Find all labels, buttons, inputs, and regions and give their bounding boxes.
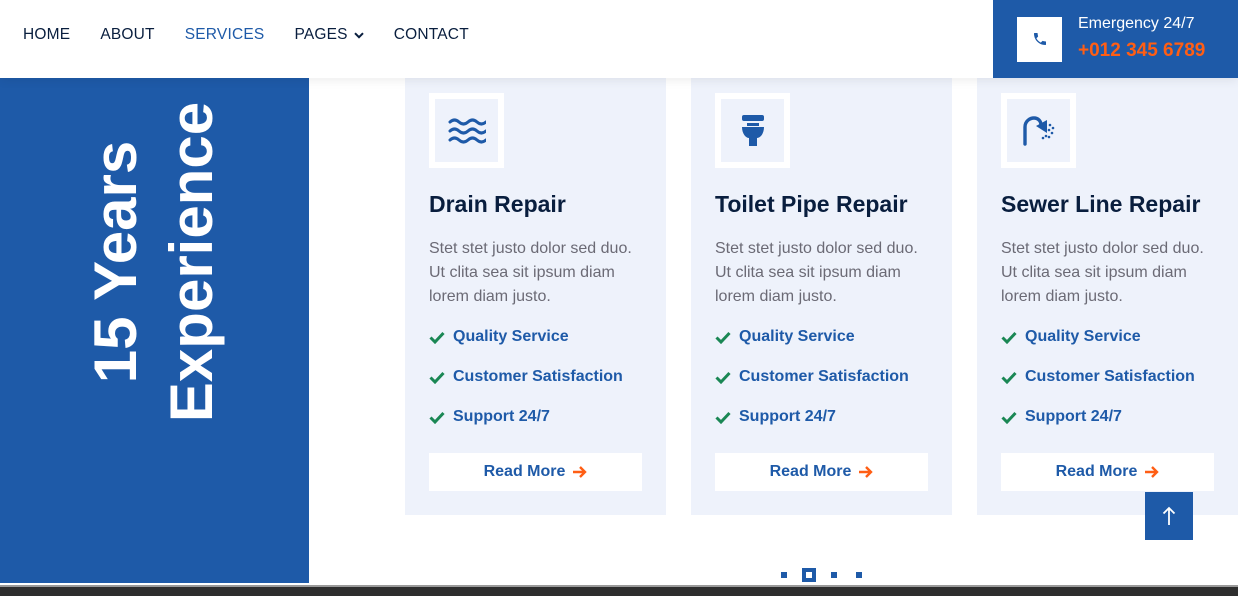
emergency-title: Emergency 24/7 [1078, 15, 1195, 32]
feature-item: Quality Service [715, 326, 909, 348]
arrow-right-icon [858, 465, 874, 479]
service-description: Stet stet justo dolor sed duo. Ut clita … [1001, 240, 1204, 305]
navbar: HOME ABOUT SERVICES PAGES CONTACT Emerge… [0, 0, 1238, 78]
check-icon [715, 331, 731, 344]
feature-label: Support 24/7 [1025, 408, 1122, 425]
read-more-label: Read More [483, 463, 566, 480]
feature-list: Quality Service Customer Satisfaction Su… [429, 326, 623, 446]
emergency-text: Emergency 24/7 +012 345 6789 [1078, 14, 1205, 64]
nav-contact[interactable]: CONTACT [394, 26, 469, 44]
check-icon [1001, 331, 1017, 344]
service-card-sewer-line-repair: Sewer Line Repair Stet stet justo dolor … [977, 78, 1238, 515]
carousel-dot-1[interactable] [777, 568, 791, 582]
experience-label: Experience [158, 101, 225, 423]
carousel-dot-2[interactable] [802, 568, 816, 582]
arrow-right-icon [1144, 465, 1160, 479]
read-more-button[interactable]: Read More [429, 453, 642, 491]
service-description: Stet stet justo dolor sed duo. Ut clita … [429, 240, 632, 305]
experience-years: 15 Years [82, 140, 149, 384]
check-icon [1001, 371, 1017, 384]
read-more-label: Read More [1055, 463, 1138, 480]
feature-item: Quality Service [429, 326, 623, 348]
chevron-down-icon [353, 31, 364, 39]
nav-links: HOME ABOUT SERVICES PAGES CONTACT [23, 0, 499, 70]
nav-about[interactable]: ABOUT [100, 26, 154, 44]
feature-item: Customer Satisfaction [1001, 366, 1195, 388]
shower-icon [1007, 99, 1070, 162]
service-title: Drain Repair [429, 191, 566, 217]
experience-panel: 15 Years Experience [0, 0, 309, 583]
read-more-button[interactable]: Read More [715, 453, 928, 491]
service-title: Toilet Pipe Repair [715, 191, 908, 217]
phone-icon[interactable] [1017, 16, 1062, 62]
emergency-contact: Emergency 24/7 +012 345 6789 [993, 0, 1238, 78]
service-icon-frame [429, 93, 504, 168]
feature-label: Support 24/7 [739, 408, 836, 425]
carousel-dot-4[interactable] [852, 568, 866, 582]
feature-label: Customer Satisfaction [1025, 368, 1195, 385]
feature-item: Quality Service [1001, 326, 1195, 348]
back-to-top-button[interactable] [1145, 492, 1193, 540]
check-icon [715, 371, 731, 384]
emergency-phone[interactable]: +012 345 6789 [1078, 38, 1205, 64]
feature-item: Customer Satisfaction [429, 366, 623, 388]
check-icon [429, 411, 445, 424]
service-card-toilet-pipe-repair: Toilet Pipe Repair Stet stet justo dolor… [691, 78, 952, 515]
nav-home[interactable]: HOME [23, 26, 70, 44]
feature-label: Quality Service [453, 328, 569, 345]
carousel-dots [777, 568, 877, 582]
footer-edge [0, 585, 1238, 596]
feature-item: Support 24/7 [1001, 406, 1195, 428]
feature-list: Quality Service Customer Satisfaction Su… [1001, 326, 1195, 446]
carousel-dot-3[interactable] [827, 568, 841, 582]
read-more-label: Read More [769, 463, 852, 480]
arrow-up-icon [1162, 506, 1176, 526]
service-description: Stet stet justo dolor sed duo. Ut clita … [715, 240, 918, 305]
feature-label: Customer Satisfaction [739, 368, 909, 385]
service-card-drain-repair: Drain Repair Stet stet justo dolor sed d… [405, 78, 666, 515]
feature-item: Customer Satisfaction [715, 366, 909, 388]
check-icon [429, 331, 445, 344]
check-icon [429, 371, 445, 384]
nav-pages-label: PAGES [294, 26, 348, 43]
feature-label: Quality Service [739, 328, 855, 345]
feature-label: Support 24/7 [453, 408, 550, 425]
experience-text: 15 Years Experience [78, 102, 230, 422]
feature-label: Quality Service [1025, 328, 1141, 345]
toilet-icon [721, 99, 784, 162]
feature-item: Support 24/7 [429, 406, 623, 428]
read-more-button[interactable]: Read More [1001, 453, 1214, 491]
service-title: Sewer Line Repair [1001, 191, 1201, 217]
check-icon [715, 411, 731, 424]
feature-item: Support 24/7 [715, 406, 909, 428]
arrow-right-icon [572, 465, 588, 479]
service-icon-frame [715, 93, 790, 168]
check-icon [1001, 411, 1017, 424]
nav-services[interactable]: SERVICES [185, 26, 265, 44]
feature-list: Quality Service Customer Satisfaction Su… [715, 326, 909, 446]
service-icon-frame [1001, 93, 1076, 168]
feature-label: Customer Satisfaction [453, 368, 623, 385]
nav-pages-dropdown[interactable]: PAGES [294, 26, 364, 44]
water-waves-icon [435, 99, 498, 162]
